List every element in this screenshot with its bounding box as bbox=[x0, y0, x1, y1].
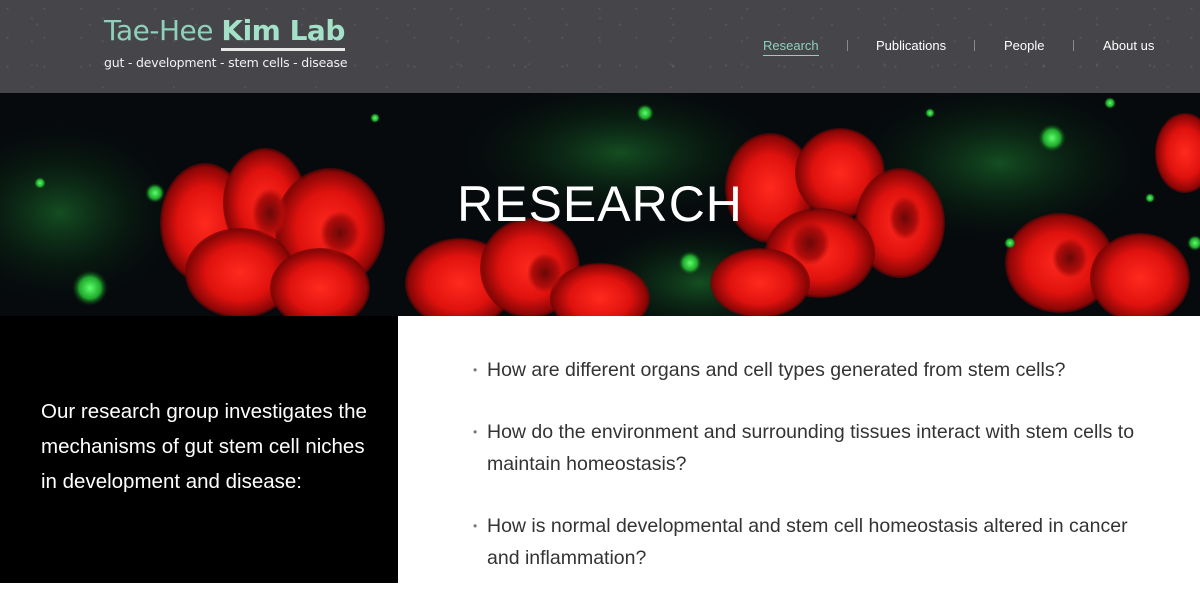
main-nav: Research Publications People About us bbox=[0, 38, 1200, 58]
intro-text: Our research group investigates the mech… bbox=[41, 400, 367, 493]
nav-item-publications[interactable]: Publications bbox=[876, 38, 946, 53]
bullet-icon: • bbox=[473, 425, 478, 439]
nav-item-about-us[interactable]: About us bbox=[1103, 38, 1154, 53]
question-text: How is normal developmental and stem cel… bbox=[487, 515, 1128, 569]
nav-separator bbox=[1073, 40, 1074, 51]
site-header: Tae-Hee Kim Lab gut - development - stem… bbox=[0, 0, 1200, 93]
page-title: RESEARCH bbox=[457, 176, 743, 232]
nav-separator bbox=[847, 40, 848, 51]
nav-separator bbox=[974, 40, 975, 51]
bullet-icon: • bbox=[473, 363, 478, 377]
question-text: How do the environment and surrounding t… bbox=[487, 421, 1135, 475]
hero-banner: RESEARCH bbox=[0, 93, 1200, 316]
nav-item-people[interactable]: People bbox=[1004, 38, 1044, 53]
questions-panel: • How are different organs and cell type… bbox=[398, 316, 1200, 583]
intro-panel: Our research group investigates the mech… bbox=[0, 316, 398, 583]
list-item: • How are different organs and cell type… bbox=[473, 354, 1153, 386]
list-item: • How do the environment and surrounding… bbox=[473, 416, 1153, 480]
question-text: How are different organs and cell types … bbox=[487, 359, 1066, 381]
list-item: • How is normal developmental and stem c… bbox=[473, 510, 1153, 574]
bullet-icon: • bbox=[473, 519, 478, 533]
nav-item-research[interactable]: Research bbox=[763, 38, 819, 56]
research-questions-list: • How are different organs and cell type… bbox=[473, 354, 1153, 604]
